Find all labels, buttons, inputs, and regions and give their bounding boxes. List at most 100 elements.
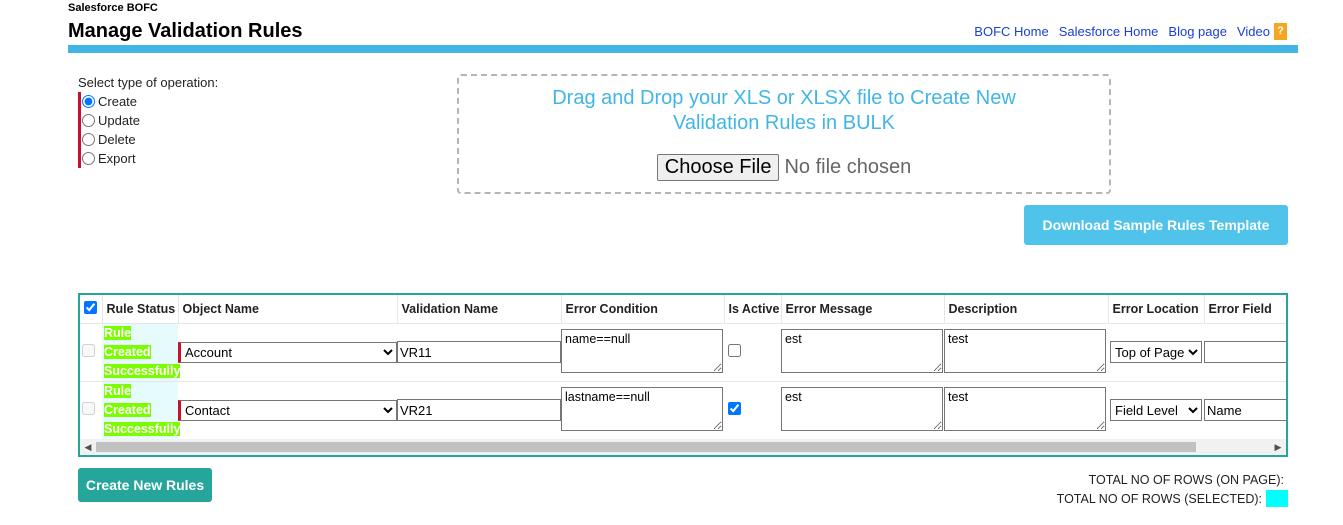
description-cell: test [944, 323, 1108, 382]
blog-page-link[interactable]: Blog page [1168, 24, 1227, 39]
error-message-input[interactable]: est [781, 328, 943, 373]
active-cell [724, 323, 781, 382]
col-validation-name: Validation Name [397, 295, 562, 324]
option-label: Update [98, 113, 140, 128]
is-active-checkbox[interactable] [728, 344, 741, 357]
location-cell: Top of Page [1108, 323, 1204, 382]
operation-select: Select type of operation: Create Update … [78, 75, 218, 168]
status-cell: Rule Created Successfully [102, 323, 181, 382]
status-cell: Rule Created Successfully [102, 381, 181, 440]
option-label: Delete [98, 132, 136, 147]
status-line: Rule [104, 383, 132, 398]
option-label: Export [98, 151, 136, 166]
field-cell [1204, 381, 1286, 440]
create-new-rules-button[interactable]: Create New Rules [78, 468, 212, 502]
is-active-checkbox[interactable] [728, 402, 741, 415]
create-radio[interactable] [82, 95, 95, 108]
total-selected-label: TOTAL NO OF ROWS (SELECTED): [1056, 491, 1262, 506]
choose-file-button[interactable]: Choose File [656, 154, 780, 181]
select-all-checkbox[interactable] [84, 300, 97, 314]
operation-export[interactable]: Export [82, 149, 218, 168]
export-radio[interactable] [82, 152, 95, 165]
help-icon[interactable]: ? [1274, 23, 1287, 40]
location-cell: Field Level [1108, 381, 1204, 440]
active-cell [724, 381, 781, 440]
object-cell: Account [178, 323, 397, 382]
col-error-field: Error Field [1204, 295, 1286, 324]
field-cell [1204, 323, 1286, 382]
condition-cell: name==null [561, 323, 724, 382]
table-row: Rule Created Successfully Contact lastna… [80, 381, 1286, 440]
video-link[interactable]: Video [1237, 24, 1270, 39]
validation-cell [397, 323, 561, 382]
error-location-select[interactable]: Top of Page [1110, 341, 1202, 363]
status-line: Created [104, 402, 151, 417]
validation-name-input[interactable] [397, 399, 561, 421]
col-is-active: Is Active [724, 295, 782, 324]
no-file-text: No file chosen [784, 156, 912, 178]
file-input[interactable]: Choose File No file chosen [459, 154, 1109, 181]
validation-cell [397, 381, 561, 440]
top-nav: BOFC Home Salesforce Home Blog page Vide… [964, 23, 1287, 40]
operation-delete[interactable]: Delete [82, 130, 218, 149]
scroll-right-icon[interactable]: ▶ [1270, 439, 1286, 455]
rule-status: Rule Created Successfully [102, 382, 181, 439]
scroll-left-icon[interactable]: ◀ [80, 439, 96, 455]
error-field-input[interactable] [1204, 341, 1286, 363]
table-header: Rule Status Object Name Validation Name … [80, 295, 1286, 324]
update-radio[interactable] [82, 114, 95, 127]
row-checkbox[interactable] [82, 344, 95, 357]
description-input[interactable]: test [944, 386, 1106, 431]
message-cell: est [781, 323, 944, 382]
status-line: Successfully [104, 363, 181, 378]
horizontal-scrollbar[interactable]: ◀ ▶ [80, 439, 1286, 455]
select-all-cell [80, 295, 103, 324]
bofc-home-link[interactable]: BOFC Home [974, 24, 1048, 39]
table-row: Rule Created Successfully Account name==… [80, 323, 1286, 382]
operation-label: Select type of operation: [78, 75, 219, 90]
selected-count-badge [1266, 490, 1288, 507]
error-condition-input[interactable]: name==null [561, 328, 723, 373]
scroll-thumb[interactable] [96, 442, 1196, 452]
object-name-select[interactable]: Account [178, 341, 397, 363]
description-cell: test [944, 381, 1108, 440]
condition-cell: lastname==null [561, 381, 724, 440]
download-template-button[interactable]: Download Sample Rules Template [1024, 205, 1288, 245]
operation-create[interactable]: Create [82, 92, 218, 111]
object-name-select[interactable]: Contact [178, 399, 397, 421]
col-object-name: Object Name [178, 295, 398, 324]
rule-status: Rule Created Successfully [102, 324, 181, 381]
col-error-message: Error Message [781, 295, 945, 324]
delete-radio[interactable] [82, 133, 95, 146]
operation-options: Create Update Delete Export [78, 92, 218, 168]
header-bar [68, 45, 1298, 53]
dropzone-text: Drag and Drop your XLS or XLSX file to C… [552, 87, 1016, 134]
file-dropzone[interactable]: Drag and Drop your XLS or XLSX file to C… [457, 74, 1111, 194]
row-totals: TOTAL NO OF ROWS (ON PAGE): TOTAL NO OF … [1057, 470, 1288, 508]
page-title: Manage Validation Rules [68, 20, 303, 42]
status-line: Successfully [104, 421, 181, 436]
operation-update[interactable]: Update [82, 111, 218, 130]
total-selected: TOTAL NO OF ROWS (SELECTED): [1057, 489, 1288, 508]
rules-table: Rule Status Object Name Validation Name … [78, 293, 1288, 457]
col-error-location: Error Location [1108, 295, 1205, 324]
error-message-input[interactable]: est [781, 386, 943, 431]
error-field-input[interactable] [1204, 399, 1286, 421]
total-on-page-label: TOTAL NO OF ROWS (ON PAGE): [1088, 472, 1284, 487]
status-line: Rule [104, 325, 132, 340]
total-on-page: TOTAL NO OF ROWS (ON PAGE): [1057, 470, 1288, 489]
error-condition-input[interactable]: lastname==null [561, 386, 723, 431]
row-select-cell [80, 323, 102, 382]
col-description: Description [944, 295, 1109, 324]
option-label: Create [98, 94, 138, 109]
row-select-cell [80, 381, 102, 440]
error-location-select[interactable]: Field Level [1110, 399, 1202, 421]
salesforce-home-link[interactable]: Salesforce Home [1059, 24, 1159, 39]
col-error-condition: Error Condition [561, 295, 725, 324]
row-checkbox[interactable] [82, 402, 95, 415]
validation-name-input[interactable] [397, 341, 561, 363]
description-input[interactable]: test [944, 328, 1106, 373]
status-line: Created [104, 344, 151, 359]
app-label: Salesforce BOFC [68, 2, 158, 14]
col-rule-status: Rule Status [102, 295, 179, 324]
